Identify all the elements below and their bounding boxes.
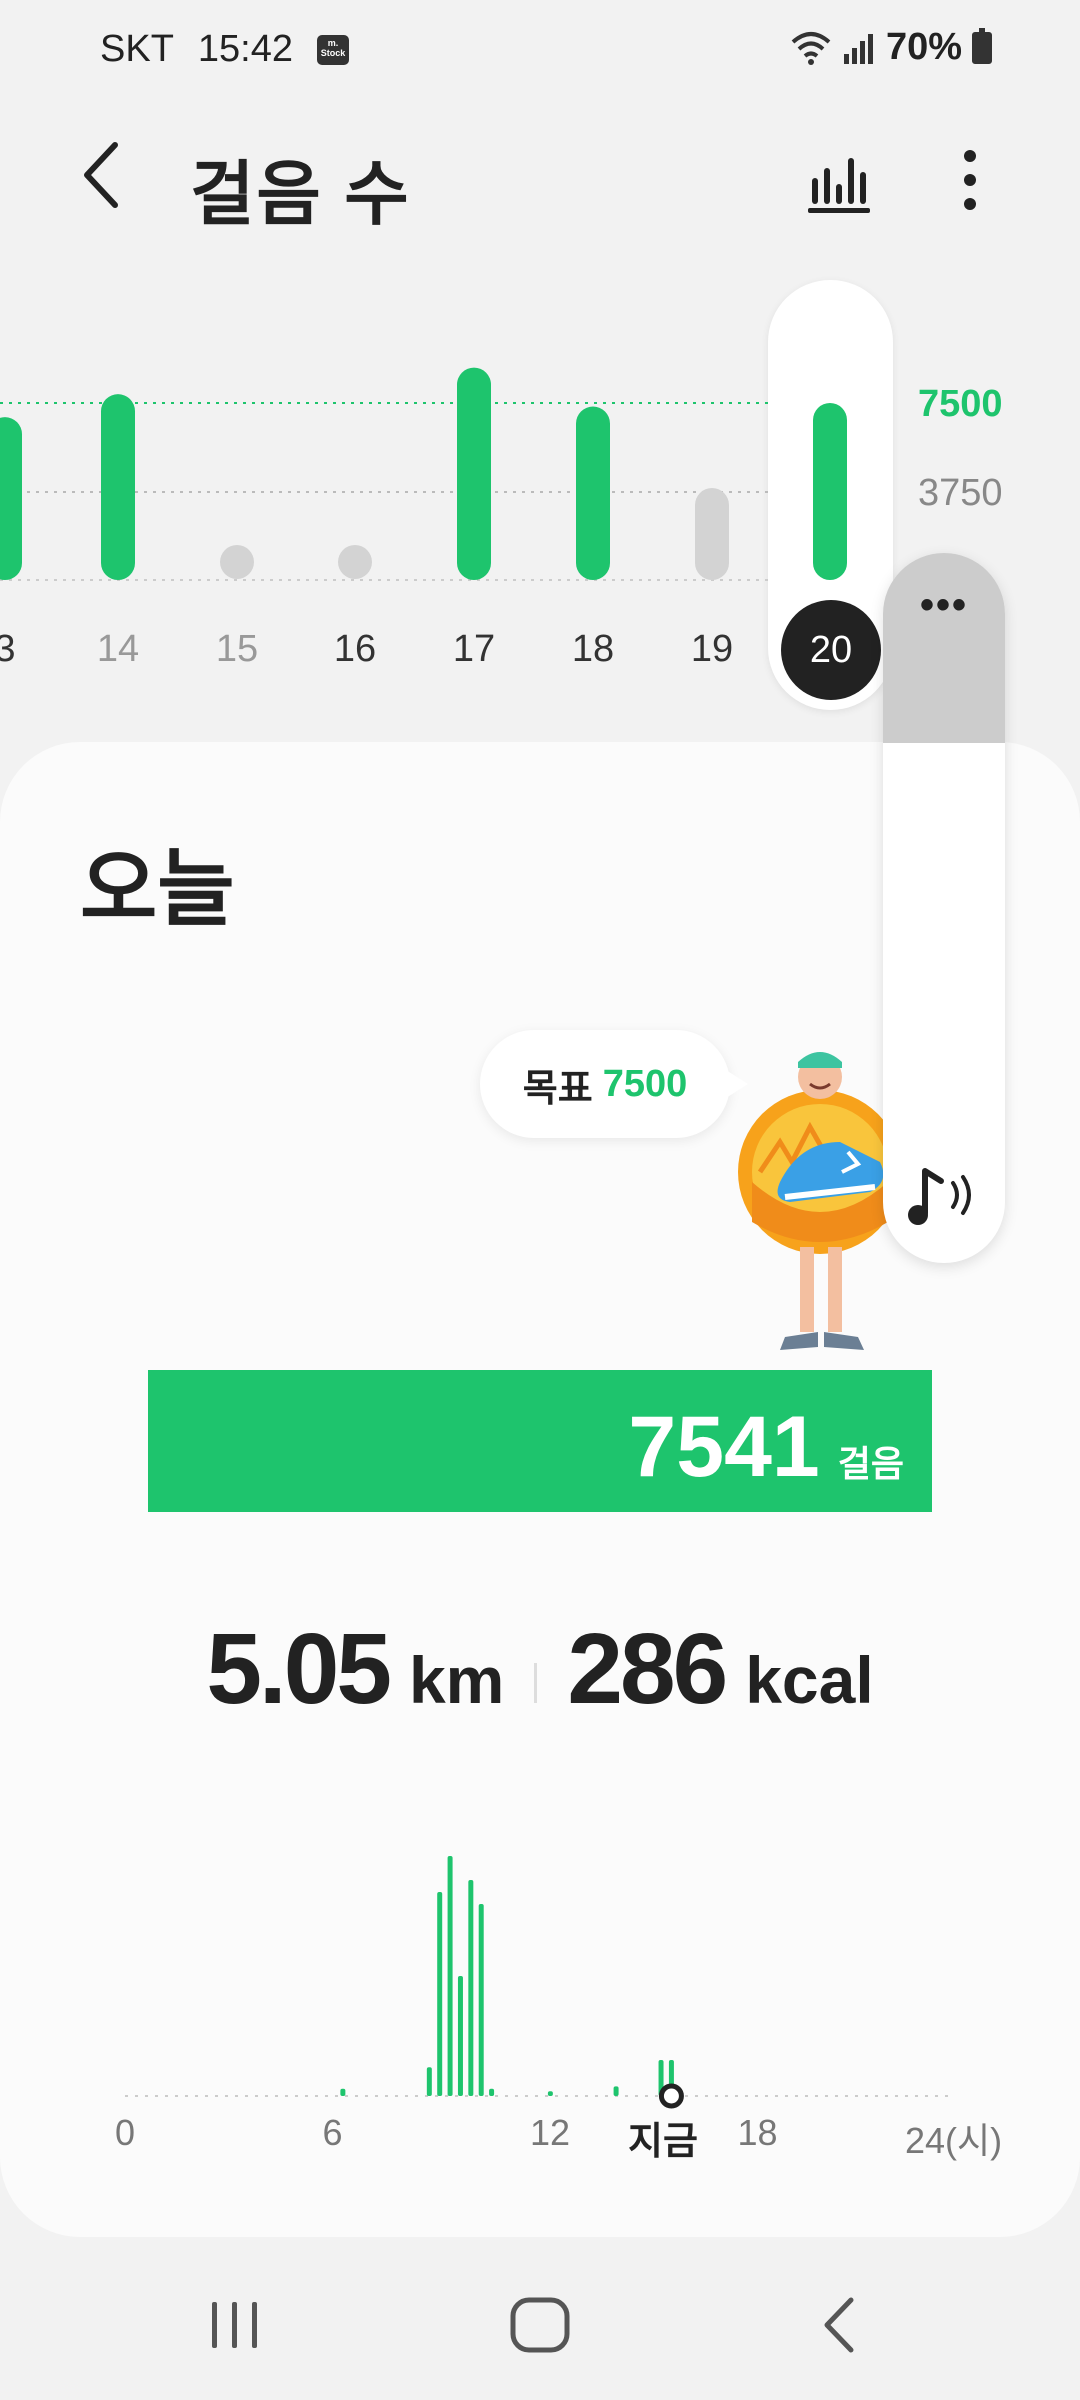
- day-label[interactable]: 17: [434, 628, 514, 671]
- distance-unit: km: [408, 1643, 505, 1717]
- day-label[interactable]: 15: [197, 628, 277, 671]
- now-marker: [658, 2083, 684, 2109]
- now-label: 지금: [628, 2121, 698, 2163]
- day-bar[interactable]: [576, 406, 610, 580]
- day-label[interactable]: 19: [672, 628, 752, 671]
- goal-bubble: 목표 7500: [480, 1030, 748, 1138]
- day-bar[interactable]: [0, 417, 22, 580]
- system-navigation-bar: [0, 2260, 1080, 2400]
- hour-bar: [489, 2088, 495, 2096]
- hour-bar: [426, 2067, 432, 2096]
- day-label[interactable]: 14: [78, 628, 158, 671]
- calories-unit: kcal: [745, 1643, 874, 1717]
- hour-bar: [478, 1904, 484, 2096]
- day-bar[interactable]: [695, 487, 729, 580]
- recent-apps-icon[interactable]: [200, 2290, 270, 2360]
- distance-value: 5.05: [206, 1613, 392, 1725]
- steps-count: 7541: [628, 1399, 820, 1495]
- stats-divider: [534, 1663, 538, 1703]
- more-horizontal-icon[interactable]: •••: [883, 583, 1005, 628]
- stats-row: 5.05 km 286 kcal: [0, 1612, 1080, 1727]
- hour-label: 6: [322, 2112, 343, 2153]
- edge-panel-handle[interactable]: •••: [883, 553, 1005, 743]
- goal-label: 목표: [522, 1067, 593, 1110]
- goal-line-label: 7500: [918, 383, 1003, 425]
- hour-label: 12: [530, 2112, 571, 2153]
- hour-bar: [340, 2088, 346, 2096]
- day-bar[interactable]: [220, 545, 254, 579]
- hour-label: 24(시): [905, 2120, 1003, 2161]
- hourly-steps-chart: [125, 1856, 955, 2109]
- back-icon[interactable]: [815, 2290, 865, 2360]
- steps-progress-bar: 7541 걸음: [148, 1370, 932, 1512]
- day-bar[interactable]: [457, 367, 491, 580]
- hour-bar: [457, 1976, 463, 2096]
- day-bar[interactable]: [338, 545, 372, 579]
- hour-bar: [437, 1892, 443, 2096]
- day-label[interactable]: 3: [0, 628, 45, 671]
- day-label[interactable]: 18: [553, 628, 633, 671]
- day-bar[interactable]: [813, 403, 847, 580]
- selected-day-badge[interactable]: 20: [781, 600, 881, 700]
- hour-bar: [468, 1880, 474, 2096]
- calories-value: 286: [567, 1613, 728, 1725]
- goal-value: 7500: [602, 1062, 688, 1105]
- floating-edge-panel[interactable]: •••: [883, 553, 1005, 1263]
- hour-label: 0: [115, 2112, 136, 2153]
- hour-bar: [613, 2086, 619, 2096]
- steps-display: 7541 걸음: [628, 1398, 904, 1497]
- music-note-sound-icon[interactable]: [903, 1153, 983, 1233]
- today-title: 오늘: [80, 842, 235, 936]
- day-label[interactable]: 16: [315, 628, 395, 671]
- hour-label: 18: [737, 2112, 778, 2153]
- half-goal-line-label: 3750: [918, 472, 1003, 514]
- day-bar[interactable]: [101, 394, 135, 580]
- steps-unit: 걸음: [837, 1443, 904, 1484]
- hour-bar: [547, 2091, 553, 2096]
- hour-bar: [447, 1856, 453, 2096]
- home-icon[interactable]: [505, 2290, 575, 2360]
